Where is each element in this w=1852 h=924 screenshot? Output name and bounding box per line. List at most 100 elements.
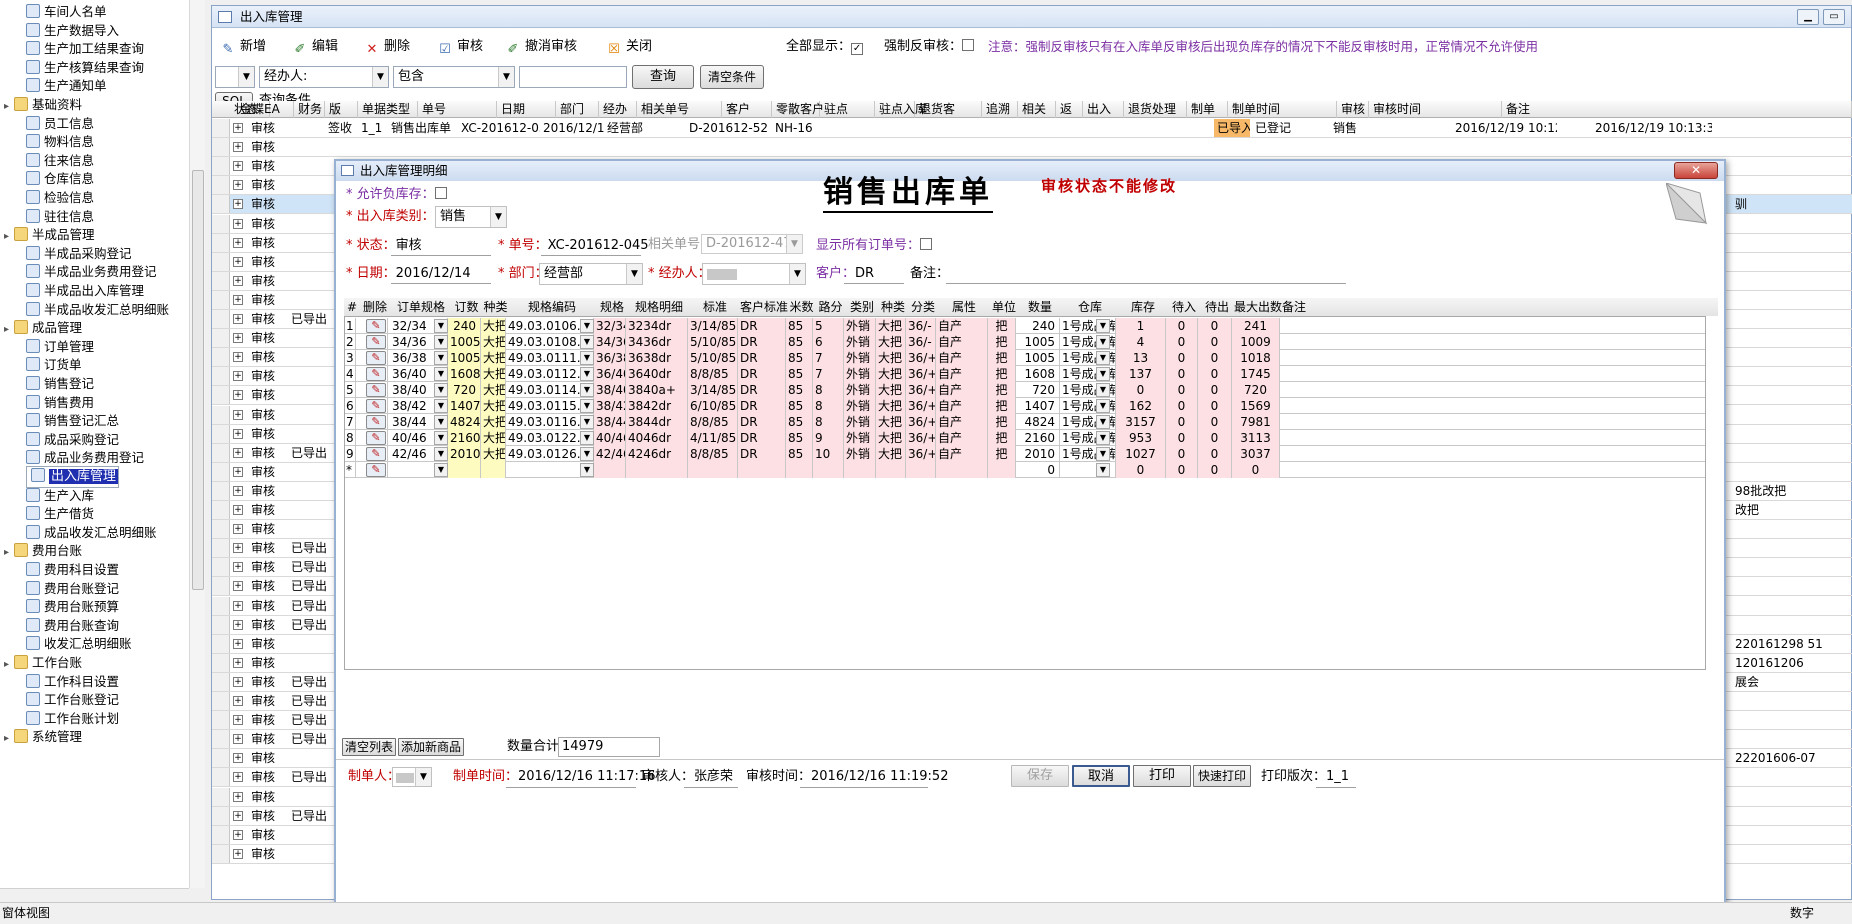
cell-count[interactable]: 1005 — [1016, 334, 1060, 350]
column-header[interactable]: 追溯 — [982, 101, 1018, 118]
chevron-down-icon[interactable]: ▼ — [1096, 335, 1110, 349]
chevron-down-icon[interactable]: ▼ — [580, 335, 594, 349]
show-all-orders-checkbox[interactable] — [920, 238, 933, 250]
expand-row-icon[interactable]: + — [233, 753, 243, 764]
delete-row-icon[interactable]: ✎ — [366, 319, 386, 333]
allow-negative-option[interactable]: * 允许负库存： — [346, 185, 447, 205]
chevron-down-icon[interactable]: ▼ — [434, 335, 448, 349]
filter-operator-select[interactable]: 包含 ▼ — [393, 66, 515, 88]
row-selector[interactable] — [212, 329, 230, 348]
row-selector[interactable] — [212, 653, 230, 672]
expand-row-icon[interactable]: + — [233, 123, 243, 133]
expand-toggle-icon[interactable]: ▸ — [4, 728, 14, 750]
show-all-orders-option[interactable]: 显示所有订单号： — [816, 236, 933, 256]
cell-count[interactable]: 4824 — [1016, 414, 1060, 430]
row-selector[interactable] — [212, 768, 230, 787]
column-header[interactable]: 金蝶EA — [236, 101, 294, 118]
row-selector[interactable] — [212, 634, 230, 653]
row-selector[interactable] — [212, 290, 230, 309]
filter-logic-select[interactable]: ▼ — [215, 66, 255, 88]
chevron-down-icon[interactable]: ▼ — [1096, 431, 1110, 445]
filter-value-input[interactable] — [519, 66, 627, 88]
column-header[interactable]: 驻点入库 — [875, 101, 927, 118]
delete-row-icon[interactable]: ✎ — [366, 463, 386, 477]
expand-toggle-icon[interactable]: ▸ — [4, 96, 14, 118]
table-row[interactable]: + 审核 — [212, 138, 1852, 158]
expand-toggle-icon[interactable]: ▸ — [4, 542, 14, 564]
list-item[interactable]: 738/444824大把49.03.0116.0138/443844dr8/8/… — [344, 414, 1706, 430]
maker-select[interactable]: ▼ — [392, 767, 432, 787]
expand-row-icon[interactable]: + — [233, 352, 243, 363]
chevron-down-icon[interactable]: ▼ — [1096, 463, 1110, 477]
expand-row-icon[interactable]: + — [233, 485, 243, 496]
expand-toggle-icon[interactable]: ▸ — [4, 226, 14, 248]
column-header[interactable]: 备注 — [1502, 101, 1852, 118]
column-header[interactable]: 驻点 — [820, 101, 875, 118]
chevron-down-icon[interactable]: ▼ — [1096, 415, 1110, 429]
unaudit-button[interactable]: ✐ 撤消审核 — [505, 36, 577, 58]
chevron-down-icon[interactable]: ▼ — [580, 367, 594, 381]
remark-input[interactable] — [946, 283, 1346, 284]
doc-no-input[interactable]: XC-201612-045 — [548, 238, 649, 253]
chevron-down-icon[interactable]: ▼ — [434, 431, 448, 445]
dept-select[interactable]: 经营部 ▼ — [539, 263, 643, 285]
expand-row-icon[interactable]: + — [233, 581, 243, 592]
row-selector[interactable] — [212, 806, 230, 825]
row-selector[interactable] — [212, 462, 230, 481]
expand-row-icon[interactable]: + — [233, 638, 243, 649]
cell-count[interactable]: 1608 — [1016, 366, 1060, 382]
row-selector[interactable] — [212, 176, 230, 195]
column-header[interactable]: 审核时间 — [1369, 101, 1502, 118]
row-selector[interactable] — [212, 825, 230, 844]
delete-button[interactable]: ✕ 删除 — [364, 36, 410, 58]
chevron-down-icon[interactable]: ▼ — [580, 447, 594, 461]
chevron-down-icon[interactable]: ▼ — [580, 383, 594, 397]
chevron-down-icon[interactable]: ▼ — [434, 447, 448, 461]
expand-row-icon[interactable]: + — [233, 142, 243, 153]
column-header[interactable]: 单号 — [418, 101, 497, 118]
expand-row-icon[interactable]: + — [233, 161, 243, 172]
column-header[interactable]: 返 — [1056, 101, 1083, 118]
column-header[interactable]: 单据类型 — [358, 101, 418, 118]
cell-count[interactable]: 2160 — [1016, 430, 1060, 446]
expand-row-icon[interactable]: + — [233, 772, 243, 783]
row-selector[interactable] — [212, 157, 230, 176]
allow-negative-checkbox[interactable] — [434, 187, 447, 199]
column-header[interactable]: 日期 — [497, 101, 556, 118]
tree-folder[interactable]: ▸ 系统管理 — [4, 726, 82, 748]
list-item[interactable]: 436/401608大把49.03.0112.0236/403640dr8/8/… — [344, 366, 1706, 382]
expand-row-icon[interactable]: + — [233, 180, 243, 191]
delete-row-icon[interactable]: ✎ — [366, 351, 386, 365]
row-selector[interactable] — [212, 424, 230, 443]
chevron-down-icon[interactable]: ▼ — [434, 383, 448, 397]
expand-toggle-icon[interactable]: ▸ — [4, 319, 14, 341]
expand-row-icon[interactable]: + — [233, 409, 243, 420]
new-button[interactable]: ✎ 新增 — [220, 36, 266, 58]
expand-row-icon[interactable]: + — [233, 696, 243, 706]
tree-vertical-scrollbar[interactable] — [189, 0, 205, 888]
date-input[interactable]: 2016/12/14 — [396, 266, 471, 281]
edit-button[interactable]: ✐ 编辑 — [292, 36, 338, 58]
row-selector[interactable] — [212, 405, 230, 424]
expand-row-icon[interactable]: + — [233, 275, 243, 286]
list-item[interactable]: 538/40720大把49.03.0114.3838/403840a+3/14/… — [344, 382, 1706, 398]
cell-count[interactable]: 1407 — [1016, 398, 1060, 414]
column-header[interactable]: 财务 — [294, 101, 325, 118]
row-selector[interactable] — [212, 367, 230, 386]
row-selector[interactable] — [212, 348, 230, 367]
row-selector[interactable] — [212, 558, 230, 577]
row-selector[interactable] — [212, 214, 230, 233]
delete-row-icon[interactable]: ✎ — [366, 335, 386, 349]
tree-horizontal-scrollbar[interactable] — [0, 888, 189, 902]
chevron-down-icon[interactable]: ▼ — [580, 399, 594, 413]
row-selector[interactable] — [212, 501, 230, 519]
row-selector[interactable] — [212, 615, 230, 634]
cell-count[interactable]: 720 — [1016, 382, 1060, 398]
row-selector[interactable] — [212, 596, 230, 615]
row-selector[interactable] — [212, 481, 230, 500]
chevron-down-icon[interactable]: ▼ — [580, 415, 594, 429]
chevron-down-icon[interactable]: ▼ — [580, 463, 594, 477]
list-item[interactable]: 336/381005大把49.03.0111.1436/383638dr5/10… — [344, 350, 1706, 366]
column-header[interactable]: 零散客户 — [772, 101, 824, 118]
chevron-down-icon[interactable]: ▼ — [580, 351, 594, 365]
